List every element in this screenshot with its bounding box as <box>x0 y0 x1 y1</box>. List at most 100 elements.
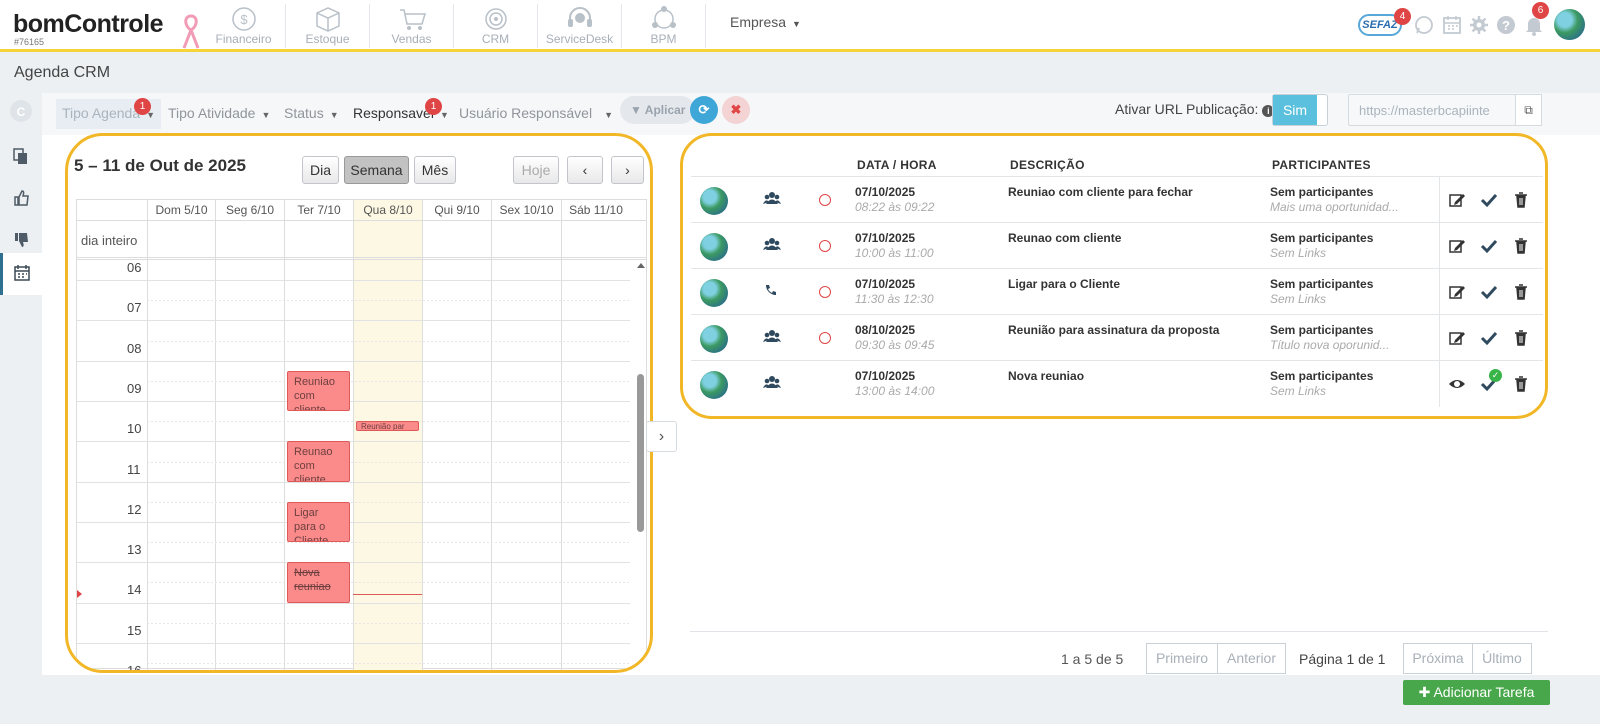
publication-url-field[interactable]: https://masterbcapiinte <box>1348 94 1516 126</box>
half-hour-line <box>147 663 630 664</box>
hour-line <box>77 481 630 483</box>
next-week-button[interactable]: › <box>611 156 644 184</box>
hour-label: 07 <box>127 300 142 316</box>
column-header-date[interactable]: DATA / HORA <box>857 158 937 172</box>
hour-label: 13 <box>127 542 142 558</box>
sidebar: C <box>0 93 42 724</box>
module-crm[interactable]: CRM <box>454 4 538 48</box>
page-title: Agenda CRM <box>14 64 111 81</box>
prev-week-button[interactable]: ‹ <box>567 156 603 184</box>
trash-icon[interactable] <box>1512 191 1530 209</box>
sidebar-item-thumbs-up[interactable] <box>0 177 42 219</box>
calendar-event[interactable]: Reunao com cliente <box>287 441 350 482</box>
row-subtitle: Mais uma oportunidad... <box>1270 200 1399 214</box>
refresh-button[interactable]: ⟳ <box>690 96 718 124</box>
calendar-event[interactable]: Ligar para o Cliente <box>287 501 350 543</box>
group-icon <box>763 237 781 254</box>
day-divider <box>353 200 354 670</box>
calendar-icon[interactable] <box>1441 14 1463 36</box>
sidebar-item-calendar[interactable] <box>0 253 42 295</box>
row-subtitle: Sem Links <box>1270 246 1327 260</box>
collapse-panel-button[interactable]: › <box>646 421 677 452</box>
copy-url-button[interactable]: ⧉ <box>1515 94 1542 126</box>
trash-icon[interactable] <box>1512 329 1530 347</box>
sidebar-item-home[interactable]: C <box>0 93 42 135</box>
check-icon[interactable] <box>1480 283 1498 301</box>
view-week-button[interactable]: Semana <box>344 156 409 184</box>
trash-icon[interactable] <box>1512 375 1530 393</box>
module-label: ServiceDesk <box>545 32 614 46</box>
module-label: BPM <box>650 32 677 46</box>
day-header[interactable]: Ter 7/10 <box>284 200 353 220</box>
trash-icon[interactable] <box>1512 237 1530 255</box>
apply-filter-button[interactable]: ▼ Aplicar <box>620 96 696 124</box>
view-day-button[interactable]: Dia <box>302 156 339 184</box>
calendar-event[interactable]: Reunião par <box>356 421 419 432</box>
check-icon[interactable] <box>1480 237 1498 255</box>
first-page-button[interactable]: Primeiro <box>1146 643 1218 674</box>
module-vendas[interactable]: Vendas <box>370 4 454 48</box>
check-icon[interactable] <box>1480 191 1498 209</box>
alarm-clock-icon <box>819 240 831 252</box>
check-icon[interactable] <box>1480 329 1498 347</box>
edit-icon[interactable] <box>1448 283 1466 301</box>
module-financeiro[interactable]: $ Financeiro <box>202 4 286 48</box>
table-row[interactable]: 07/10/2025 08:22 às 09:22 Reuniao com clie… <box>691 176 1543 223</box>
svg-text:$: $ <box>240 12 248 27</box>
half-hour-line <box>147 340 630 342</box>
filter-tipo-atividade[interactable]: Tipo Atividade ▼ <box>168 99 270 129</box>
day-header[interactable]: Dom 5/10 <box>147 200 215 220</box>
whatsapp-icon[interactable] <box>1413 14 1435 36</box>
calendar-event[interactable]: Reuniao com cliente <box>287 370 350 412</box>
module-bpm[interactable]: BPM <box>622 4 706 48</box>
calendar-event[interactable]: Nova reuniao <box>287 562 350 603</box>
view-month-button[interactable]: Mês <box>414 156 456 184</box>
scrollbar-thumb[interactable] <box>637 374 644 532</box>
completed-badge-icon: ✓ <box>1489 369 1502 382</box>
column-header-participants[interactable]: PARTICIPANTES <box>1272 158 1371 172</box>
column-header-description[interactable]: DESCRIÇÃO <box>1010 158 1085 172</box>
day-header[interactable]: Qui 9/10 <box>422 200 491 220</box>
filter-tipo-agenda[interactable]: Tipo Agenda ▼ 1 <box>56 98 162 129</box>
filter-responsavel[interactable]: Responsavel ▼ 1 <box>353 98 449 129</box>
day-header[interactable]: Sáb 11/10 <box>561 200 630 220</box>
edit-icon[interactable] <box>1448 191 1466 209</box>
apply-label: Aplicar <box>644 103 686 117</box>
cart-icon <box>370 4 453 32</box>
last-page-button[interactable]: Último <box>1472 643 1532 674</box>
calendar-scrollbar[interactable] <box>636 260 646 670</box>
row-description: Reuniao com cliente para fechar <box>1008 185 1193 199</box>
logo[interactable]: bomControle <box>13 10 164 39</box>
today-button[interactable]: Hoje <box>513 156 559 184</box>
edit-icon[interactable] <box>1448 329 1466 347</box>
top-navbar: bomControle #76165 $ Financeiro Estoque … <box>0 0 1600 52</box>
day-header[interactable]: Sex 10/10 <box>491 200 561 220</box>
trash-icon[interactable] <box>1512 283 1530 301</box>
help-icon[interactable]: ? <box>1495 14 1517 36</box>
edit-icon[interactable] <box>1448 237 1466 255</box>
table-row[interactable]: 07/10/2025 10:00 às 11:00 Reunao com clien… <box>691 222 1543 269</box>
sidebar-item-copy[interactable] <box>0 135 42 177</box>
clear-filter-button[interactable]: ✖ <box>722 96 750 124</box>
view-icon[interactable] <box>1448 375 1466 393</box>
user-avatar <box>700 187 728 215</box>
sefaz-label: SEFAZ <box>1362 19 1398 31</box>
filter-usuario-responsavel[interactable]: Usuário Responsável ▼ <box>459 99 613 129</box>
module-estoque[interactable]: Estoque <box>286 4 370 48</box>
company-dropdown[interactable]: Empresa ▼ <box>730 14 801 30</box>
table-row[interactable]: 07/10/2025 13:00 às 14:00 Nova reuniao Sem … <box>691 360 1543 407</box>
filter-status[interactable]: Status ▼ <box>284 99 339 129</box>
half-hour-line <box>147 582 630 584</box>
table-row[interactable]: 07/10/2025 11:30 às 12:30 Ligar para o Cli… <box>691 268 1543 315</box>
gear-icon[interactable] <box>1468 14 1490 36</box>
day-header[interactable]: Seg 6/10 <box>215 200 284 220</box>
table-row[interactable]: 08/10/2025 09:30 às 09:45 Reunião para ass… <box>691 314 1543 361</box>
next-page-button[interactable]: Próxima <box>1403 643 1473 674</box>
user-avatar[interactable] <box>1554 9 1585 40</box>
day-header[interactable]: Qua 8/10 <box>353 200 422 220</box>
prev-page-button[interactable]: Anterior <box>1217 643 1286 674</box>
add-task-button[interactable]: ✚ Adicionar Tarefa <box>1403 680 1550 705</box>
all-day-label: dia inteiro <box>81 233 138 248</box>
url-publication-toggle[interactable]: Sim <box>1272 94 1328 126</box>
module-servicedesk[interactable]: ServiceDesk <box>538 4 622 48</box>
